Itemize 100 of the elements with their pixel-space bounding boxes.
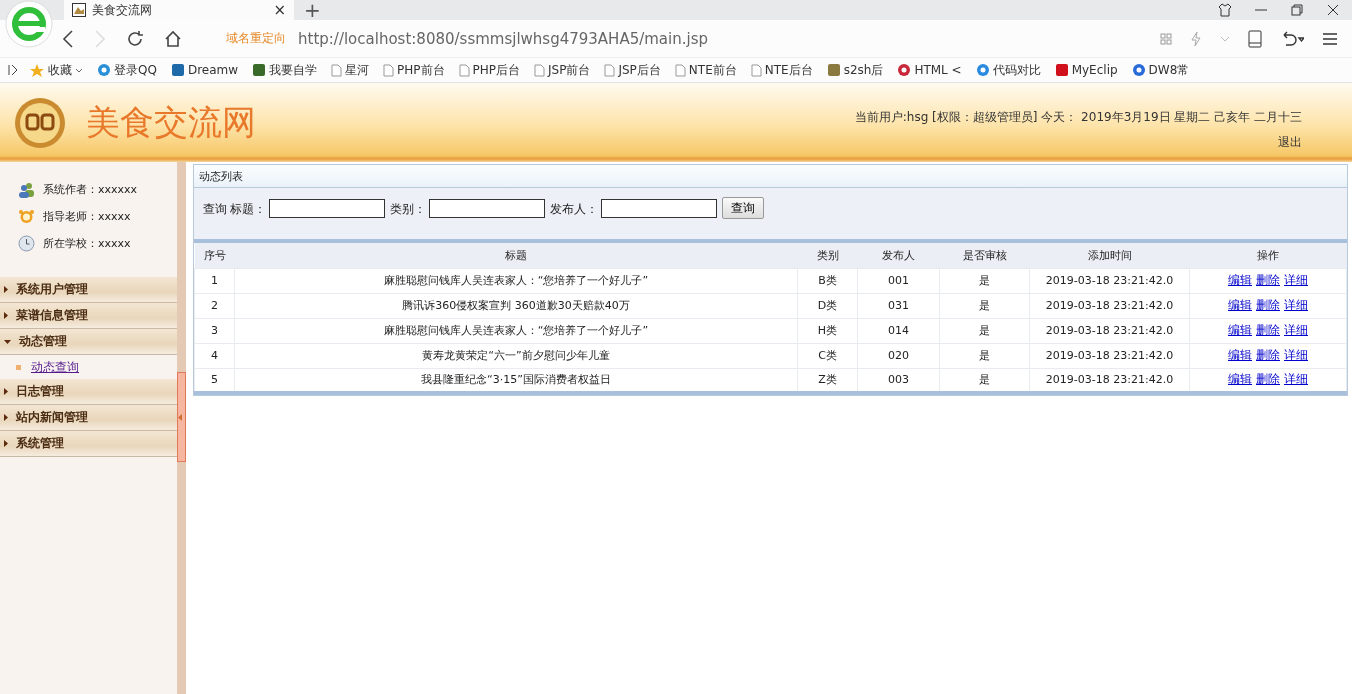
field-label: 标题： — [230, 201, 266, 218]
shirt-icon[interactable] — [1218, 3, 1232, 17]
address-field[interactable]: http://localhost:8080/ssmmsjlwhsg4793AHA5/main.jsp — [298, 29, 708, 48]
action-link[interactable]: 删除 — [1256, 348, 1280, 362]
browser-tab[interactable]: 美食交流网 × — [64, 0, 294, 20]
bookmark-icon — [97, 63, 111, 77]
bullet-icon — [16, 364, 21, 370]
table-cell: 014 — [857, 318, 940, 343]
home-icon[interactable] — [164, 29, 182, 48]
table-cell: 2019-03-18 23:21:42.0 — [1029, 343, 1190, 368]
reload-icon[interactable] — [126, 29, 144, 48]
search-field[interactable] — [601, 199, 717, 218]
search-field[interactable] — [429, 199, 545, 218]
menu-header[interactable]: 系统管理 — [0, 431, 177, 457]
logout-link[interactable]: 退出 — [1278, 133, 1302, 151]
info-text: 指导老师：xxxxx — [43, 209, 131, 224]
column-header: 类别 — [797, 243, 858, 268]
tablet-icon[interactable] — [1248, 29, 1262, 48]
bookmark-link[interactable]: 星河 — [326, 61, 375, 79]
bookmark-icon — [1131, 63, 1146, 77]
close-tab-button[interactable]: × — [273, 2, 286, 18]
action-link[interactable]: 编辑 — [1228, 372, 1252, 387]
arrow-icon — [4, 286, 8, 293]
restore-icon[interactable] — [1290, 3, 1304, 17]
menu-header[interactable]: 菜谱信息管理 — [0, 303, 177, 329]
bookmark-icon — [252, 63, 267, 77]
submenu-link[interactable]: 动态查询 — [31, 358, 79, 376]
column-header: 标题 — [234, 243, 798, 268]
bookmark-link[interactable]: 收藏 — [24, 61, 88, 79]
tab-favicon-icon — [72, 3, 86, 17]
table-cell: 我县隆重纪念“3·15”国际消费者权益日 — [234, 368, 798, 393]
site-title: 美食交流网 — [86, 100, 256, 144]
panel-title: 动态列表 — [194, 165, 1347, 188]
document-icon — [331, 63, 343, 77]
table-cell: 是 — [939, 343, 1030, 368]
menu-header[interactable]: 日志管理 — [0, 379, 177, 405]
column-header: 序号 — [194, 243, 235, 268]
clock-icon — [18, 235, 35, 252]
bookmark-link[interactable]: NTE前台 — [669, 61, 742, 79]
bookmark-link[interactable]: 我要自学 — [247, 61, 323, 79]
bookmark-link[interactable]: PHP前台 — [378, 61, 450, 79]
action-link[interactable]: 详细 — [1284, 298, 1308, 312]
bookmark-link[interactable]: 代码对比 — [970, 61, 1046, 79]
search-field[interactable] — [269, 199, 385, 218]
table-cell: 3 — [194, 318, 235, 343]
action-link[interactable]: 删除 — [1256, 372, 1280, 387]
info-text: 系统作者：xxxxxx — [43, 182, 138, 197]
action-link[interactable]: 编辑 — [1228, 323, 1252, 337]
action-link[interactable]: 删除 — [1256, 323, 1280, 337]
menu-header[interactable]: 站内新闻管理 — [0, 405, 177, 431]
table-cell: 2019-03-18 23:21:42.0 — [1029, 268, 1190, 293]
search-button[interactable]: 查询 — [722, 197, 764, 219]
document-icon — [383, 63, 395, 77]
new-tab-button[interactable]: + — [294, 0, 331, 20]
logo-icon — [14, 96, 66, 149]
document-icon — [750, 63, 762, 77]
action-link[interactable]: 详细 — [1284, 323, 1308, 337]
menu-icon[interactable] — [1322, 31, 1338, 46]
arrow-icon — [4, 414, 8, 421]
bookmark-link[interactable]: HTML < — [892, 63, 967, 77]
column-header: 是否审核 — [939, 243, 1030, 268]
action-link[interactable]: 编辑 — [1228, 273, 1252, 287]
table-cell: 020 — [857, 343, 940, 368]
bookmark-link[interactable]: s2sh后 — [821, 61, 889, 79]
arrow-icon — [4, 312, 8, 319]
table-cell: 2019-03-18 23:21:42.0 — [1029, 318, 1190, 343]
bookmark-link[interactable]: PHP后台 — [453, 61, 526, 79]
users-icon — [18, 181, 35, 198]
bookmark-link[interactable]: NTE后台 — [745, 61, 818, 79]
action-link[interactable]: 删除 — [1256, 298, 1280, 312]
action-link[interactable]: 删除 — [1256, 273, 1280, 287]
field-label: 类别： — [390, 201, 426, 218]
action-link[interactable]: 编辑 — [1228, 298, 1252, 312]
document-icon — [674, 63, 686, 77]
table-cell: 003 — [857, 368, 940, 393]
table-cell: 麻胜聪慰问钱库人吴连表家人：“您培养了一个好儿子” — [234, 318, 798, 343]
document-icon — [458, 63, 470, 77]
back-icon[interactable] — [62, 29, 74, 48]
menu-header[interactable]: 系统用户管理 — [0, 277, 177, 303]
action-link[interactable]: 详细 — [1284, 372, 1308, 387]
document-icon — [604, 63, 616, 77]
menu-header[interactable]: 动态管理 — [0, 329, 177, 355]
action-link[interactable]: 编辑 — [1228, 348, 1252, 362]
chevron-down-icon — [75, 67, 83, 73]
bookmark-icon — [170, 63, 185, 77]
bookmark-link[interactable]: JSP前台 — [529, 61, 596, 79]
sidebar-toggle-icon[interactable] — [8, 64, 20, 76]
bookmark-link[interactable]: DW8常 — [1126, 61, 1195, 79]
bookmark-link[interactable]: MyEclip — [1049, 63, 1123, 77]
action-link[interactable]: 详细 — [1284, 273, 1308, 287]
table-cell: B类 — [797, 268, 858, 293]
column-header: 添加时间 — [1029, 243, 1190, 268]
close-icon[interactable] — [1326, 3, 1340, 17]
bookmark-link[interactable]: 登录QQ — [92, 61, 162, 79]
redirect-label: 域名重定向 — [226, 30, 286, 47]
table-cell: 2 — [194, 293, 235, 318]
bookmark-link[interactable]: Dreamw — [165, 63, 244, 77]
bookmark-link[interactable]: JSP后台 — [599, 61, 666, 79]
collapse-handle[interactable] — [177, 372, 186, 462]
action-link[interactable]: 详细 — [1284, 348, 1308, 362]
